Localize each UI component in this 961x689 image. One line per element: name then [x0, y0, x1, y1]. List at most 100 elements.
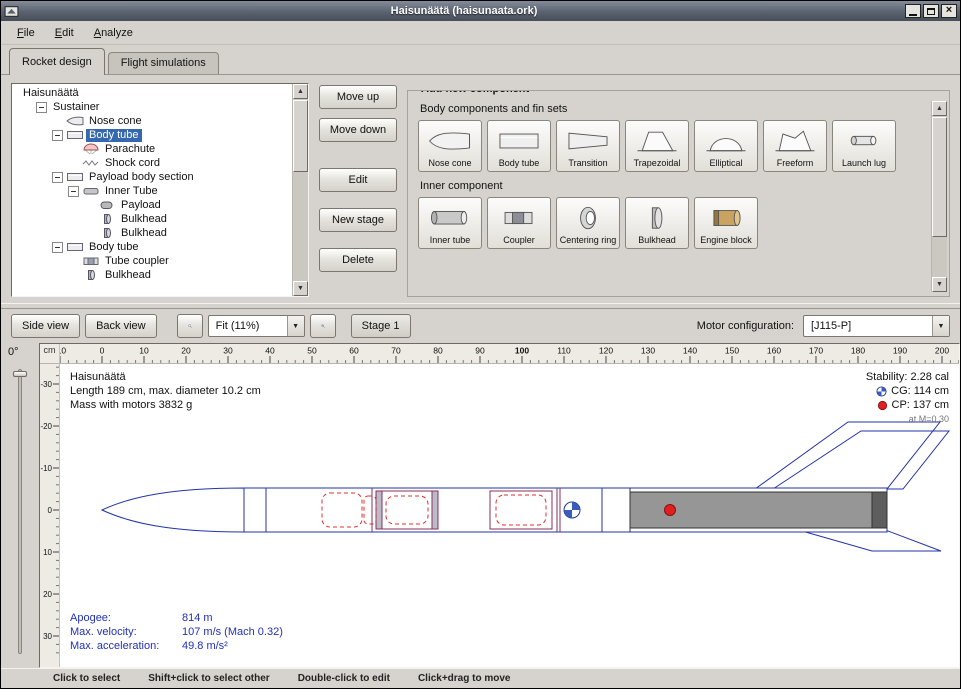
tree-item-haisunäätä[interactable]: Haisunäätä: [14, 86, 292, 100]
tree-item-parachute[interactable]: Parachute: [14, 142, 292, 156]
maximize-button[interactable]: [923, 4, 939, 18]
menu-edit[interactable]: Edit: [47, 24, 82, 42]
add-nose-cone-button[interactable]: Nose cone: [418, 120, 482, 172]
chevron-down-icon[interactable]: ▼: [287, 316, 304, 336]
tree-item-sustainer[interactable]: Sustainer: [14, 100, 292, 114]
add-engine-block-button[interactable]: Engine block: [694, 197, 758, 249]
mach-condition: at M=0.30: [866, 412, 949, 426]
component-button-label: Inner tube: [430, 236, 471, 245]
rocket-dimensions: Length 189 cm, max. diameter 10.2 cm: [70, 384, 261, 398]
tree-expander-icon[interactable]: [52, 242, 63, 253]
minimize-button[interactable]: [905, 4, 921, 18]
rocket-view-region: 0° cm -100102030405060708090100110120130…: [1, 343, 960, 668]
tree-item-payload[interactable]: Payload: [14, 198, 292, 212]
parachute-icon: [82, 143, 102, 155]
scroll-up-icon[interactable]: ▲: [293, 84, 308, 99]
tree-expander-icon[interactable]: [68, 186, 79, 197]
tree-item-bulkhead[interactable]: Bulkhead: [14, 226, 292, 240]
add-component-title: Add new component: [416, 90, 534, 95]
scroll-down-icon[interactable]: ▼: [932, 277, 947, 292]
add-launch-lug-button[interactable]: Launch lug: [832, 120, 896, 172]
add-panel-scrollbar-track[interactable]: [932, 116, 947, 277]
back-view-button[interactable]: Back view: [85, 314, 157, 338]
group-label-body-components-and-fin-sets: Body components and fin sets: [420, 103, 931, 115]
tree-scrollbar-track[interactable]: [293, 99, 308, 281]
app-icon: [4, 4, 19, 18]
add-bulkhead-button[interactable]: Bulkhead: [625, 197, 689, 249]
rotation-column: 0°: [1, 343, 39, 668]
title-bar[interactable]: Haisunäätä (haisunaata.ork) ×: [1, 1, 960, 21]
tree-expander-icon[interactable]: [52, 130, 63, 141]
add-panel-scrollbar[interactable]: ▲ ▼: [931, 101, 947, 292]
tree-item-label: Parachute: [102, 143, 158, 156]
tree-item-body-tube[interactable]: Body tube: [14, 240, 292, 254]
tree-expander-icon[interactable]: [36, 102, 47, 113]
tab-rocket-design[interactable]: Rocket design: [9, 48, 105, 75]
tree-expander-icon[interactable]: [52, 172, 63, 183]
add-centering-ring-button[interactable]: Centering ring: [556, 197, 620, 249]
add-body-tube-button[interactable]: Body tube: [487, 120, 551, 172]
zoom-out-button[interactable]: [177, 314, 203, 338]
tree-item-body-tube[interactable]: Body tube: [14, 128, 292, 142]
motor-configuration-value: [J115-P]: [804, 316, 932, 336]
menu-analyze[interactable]: Analyze: [86, 24, 141, 42]
tree-scrollbar-thumb[interactable]: [293, 100, 308, 172]
tree-scrollbar[interactable]: ▲ ▼: [292, 84, 308, 296]
component-button-label: Body tube: [499, 159, 540, 168]
menu-file[interactable]: File: [9, 24, 43, 42]
innertube-icon: [82, 185, 102, 197]
move-up-button[interactable]: Move up: [319, 85, 397, 109]
tree-item-nose-cone[interactable]: Nose cone: [14, 114, 292, 128]
window-controls: ×: [905, 4, 957, 18]
new-stage-button[interactable]: New stage: [319, 208, 397, 232]
tree-item-payload-body-section[interactable]: Payload body section: [14, 170, 292, 184]
bulkhead-icon: [98, 213, 118, 225]
svg-text:110: 110: [557, 346, 571, 356]
stage-1-button[interactable]: Stage 1: [351, 314, 411, 338]
add-coupler-button[interactable]: Coupler: [487, 197, 551, 249]
tree-item-tube-coupler[interactable]: Tube coupler: [14, 254, 292, 268]
velocity-value: 107 m/s (Mach 0.32): [182, 625, 283, 639]
close-button[interactable]: ×: [941, 4, 957, 18]
add-inner-tube-button[interactable]: Inner tube: [418, 197, 482, 249]
svg-text:10: 10: [43, 548, 52, 557]
tree-item-bulkhead[interactable]: Bulkhead: [14, 268, 292, 282]
rocket-info: Haisunäätä Length 189 cm, max. diameter …: [70, 370, 261, 412]
tree-item-inner-tube[interactable]: Inner Tube: [14, 184, 292, 198]
cp-icon: [877, 400, 888, 411]
transition-icon: [565, 123, 611, 159]
scroll-down-icon[interactable]: ▼: [293, 281, 308, 296]
status-bar: Click to select Shift+click to select ot…: [1, 668, 960, 688]
add-freeform-button[interactable]: Freeform: [763, 120, 827, 172]
delete-button[interactable]: Delete: [319, 248, 397, 272]
bulkhead-icon: [634, 200, 680, 236]
tree-item-shock-cord[interactable]: Shock cord: [14, 156, 292, 170]
tab-flight-simulations[interactable]: Flight simulations: [108, 52, 219, 74]
motor-configuration-select[interactable]: [J115-P] ▼: [803, 315, 950, 337]
rotation-slider[interactable]: [18, 369, 22, 654]
centeringring-icon: [565, 200, 611, 236]
add-trapezoidal-button[interactable]: Trapezoidal: [625, 120, 689, 172]
svg-text:190: 190: [893, 346, 907, 356]
component-button-row: Inner tube CouplerCentering ringBulkhead E…: [418, 197, 931, 249]
add-transition-button[interactable]: Transition: [556, 120, 620, 172]
side-view-button[interactable]: Side view: [11, 314, 80, 338]
tree-item-bulkhead[interactable]: Bulkhead: [14, 212, 292, 226]
zoom-in-button[interactable]: [310, 314, 336, 338]
rotation-slider-handle[interactable]: [13, 371, 27, 377]
rocket-canvas[interactable]: Haisunäätä Length 189 cm, max. diameter …: [60, 364, 959, 667]
magnifier-icon: [188, 318, 192, 334]
chevron-down-icon[interactable]: ▼: [932, 316, 949, 336]
component-button-label: Engine block: [700, 236, 752, 245]
scroll-up-icon[interactable]: ▲: [932, 101, 947, 116]
move-down-button[interactable]: Move down: [319, 118, 397, 142]
canvas-frame: cm -100102030405060708090100110120130140…: [39, 343, 960, 668]
component-button-label: Elliptical: [709, 159, 742, 168]
edit-button[interactable]: Edit: [319, 168, 397, 192]
add-elliptical-button[interactable]: Elliptical: [694, 120, 758, 172]
rocket-name: Haisunäätä: [70, 370, 261, 384]
add-panel-scrollbar-thumb[interactable]: [932, 117, 947, 237]
svg-text:50: 50: [307, 346, 317, 356]
zoom-select[interactable]: Fit (11%) ▼: [208, 315, 305, 337]
fintrapezoid-icon: [634, 123, 680, 159]
